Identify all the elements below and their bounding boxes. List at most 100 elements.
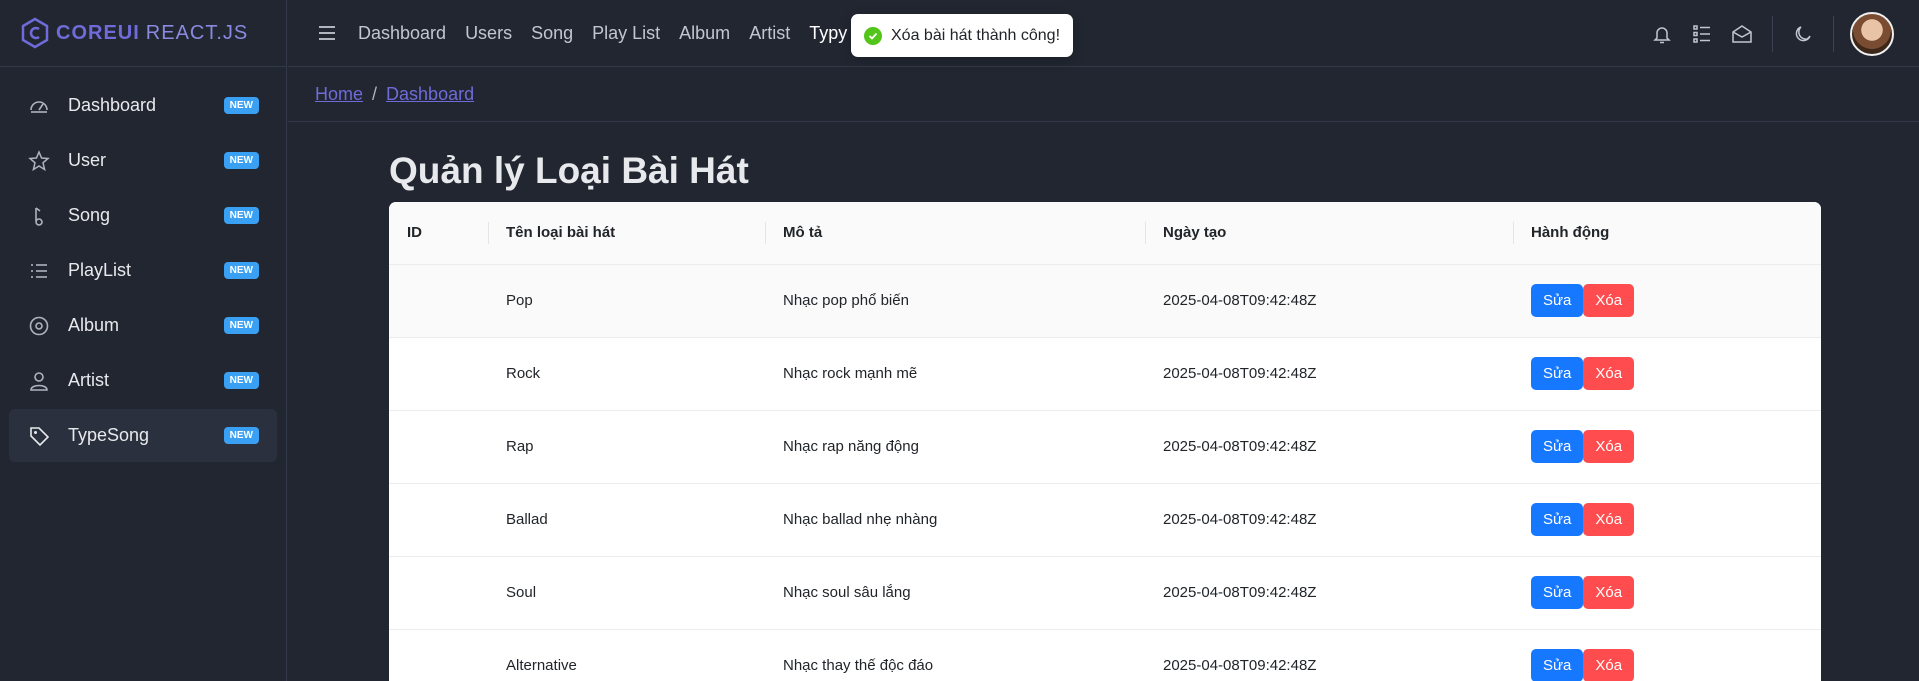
column-header-created: Ngày tạo <box>1145 202 1513 265</box>
cell-actions: Sửa Xóa <box>1513 410 1821 484</box>
sidebar-item-user[interactable]: User NEW <box>9 134 277 187</box>
edit-button[interactable]: Sửa <box>1531 649 1584 681</box>
cell-id <box>389 410 488 484</box>
cell-created: 2025-04-08T09:42:48Z <box>1145 483 1513 557</box>
cell-name: Rock <box>488 337 765 411</box>
disc-icon <box>27 314 51 338</box>
delete-button[interactable]: Xóa <box>1583 503 1635 536</box>
sidebar-item-playlist[interactable]: PlayList NEW <box>9 244 277 297</box>
cell-name: Soul <box>488 556 765 630</box>
success-toast: Xóa bài hát thành công! <box>851 14 1074 57</box>
cell-name: Rap <box>488 410 765 484</box>
sidebar-item-label: Song <box>68 205 111 225</box>
avatar[interactable] <box>1850 11 1894 56</box>
cell-actions: Sửa Xóa <box>1513 629 1821 681</box>
cell-created: 2025-04-08T09:42:48Z <box>1145 556 1513 630</box>
toast-message: Xóa bài hát thành công! <box>891 26 1061 44</box>
typesong-table: ID Tên loại bài hát Mô tả Ngày tạo Hành … <box>389 202 1821 681</box>
table-row: Rock Nhạc rock mạnh mẽ 2025-04-08T09:42:… <box>389 337 1821 411</box>
cell-name: Alternative <box>488 629 765 681</box>
edit-button[interactable]: Sửa <box>1531 503 1584 536</box>
delete-button[interactable]: Xóa <box>1583 357 1635 390</box>
sidebar-item-label: PlayList <box>68 260 132 280</box>
new-badge: NEW <box>223 317 259 334</box>
cell-description: Nhạc soul sâu lắng <box>765 556 1145 630</box>
edit-button[interactable]: Sửa <box>1531 284 1584 317</box>
brand[interactable]: COREUI REACT.JS <box>0 0 286 67</box>
column-header-name: Tên loại bài hát <box>488 202 765 265</box>
table-header-row: ID Tên loại bài hát Mô tả Ngày tạo Hành … <box>389 202 1821 265</box>
sidebar-item-song[interactable]: Song NEW <box>9 189 277 242</box>
cell-id <box>389 337 488 411</box>
table-row: Pop Nhạc pop phổ biến 2025-04-08T09:42:4… <box>389 264 1821 338</box>
cell-description: Nhạc rock mạnh mẽ <box>765 337 1145 411</box>
sidebar-item-label: Dashboard <box>68 95 157 115</box>
delete-button[interactable]: Xóa <box>1583 284 1635 317</box>
coreui-logo[interactable]: COREUI REACT.JS <box>20 17 248 49</box>
delete-button[interactable]: Xóa <box>1583 649 1635 681</box>
breadcrumb-separator: / <box>372 84 378 104</box>
delete-button[interactable]: Xóa <box>1583 430 1635 463</box>
top-link-playlist[interactable]: Play List <box>592 23 660 44</box>
cell-actions: Sửa Xóa <box>1513 483 1821 557</box>
top-link-users[interactable]: Users <box>465 23 512 44</box>
top-link-song[interactable]: Song <box>531 23 573 44</box>
sidebar: COREUI REACT.JS Dashboard NEW User NEW So… <box>0 0 287 681</box>
hamburger-menu-icon[interactable] <box>312 25 342 41</box>
typesong-table-card: ID Tên loại bài hát Mô tả Ngày tạo Hành … <box>389 202 1821 681</box>
new-badge: NEW <box>223 427 259 444</box>
sidebar-item-artist[interactable]: Artist NEW <box>9 354 277 407</box>
speedometer-icon <box>27 94 51 118</box>
cell-actions: Sửa Xóa <box>1513 337 1821 411</box>
cell-created: 2025-04-08T09:42:48Z <box>1145 629 1513 681</box>
table-row: Ballad Nhạc ballad nhẹ nhàng 2025-04-08T… <box>389 483 1821 557</box>
sidebar-item-album[interactable]: Album NEW <box>9 299 277 352</box>
bell-icon[interactable] <box>1642 14 1682 54</box>
check-circle-icon <box>864 26 882 45</box>
cell-description: Nhạc rap năng động <box>765 410 1145 484</box>
cell-id <box>389 556 488 630</box>
edit-button[interactable]: Sửa <box>1531 430 1584 463</box>
sidebar-item-label: Artist <box>68 370 110 390</box>
music-note-icon <box>27 204 51 228</box>
page-title: Quản lý Loại Bài Hát <box>389 150 749 191</box>
top-link-album[interactable]: Album <box>679 23 730 44</box>
sidebar-item-dashboard[interactable]: Dashboard NEW <box>9 79 277 132</box>
sidebar-item-label: TypeSong <box>68 425 150 445</box>
breadcrumb-home[interactable]: Home <box>315 84 363 105</box>
top-link-artist[interactable]: Artist <box>749 23 790 44</box>
task-list-icon[interactable] <box>1682 14 1722 54</box>
new-badge: NEW <box>223 372 259 389</box>
cell-created: 2025-04-08T09:42:48Z <box>1145 410 1513 484</box>
cell-created: 2025-04-08T09:42:48Z <box>1145 337 1513 411</box>
breadcrumb: Home / Dashboard <box>288 68 1919 122</box>
top-link-dashboard[interactable]: Dashboard <box>358 23 446 44</box>
breadcrumb-current[interactable]: Dashboard <box>386 84 474 105</box>
cell-id <box>389 483 488 557</box>
table-row: Alternative Nhạc thay thế độc đáo 2025-0… <box>389 629 1821 681</box>
sidebar-nav: Dashboard NEW User NEW Song NEW PlayList… <box>0 67 286 462</box>
edit-button[interactable]: Sửa <box>1531 576 1584 609</box>
new-badge: NEW <box>223 262 259 279</box>
sidebar-item-typesong[interactable]: TypeSong NEW <box>9 409 277 462</box>
envelope-open-icon[interactable] <box>1722 14 1762 54</box>
cell-name: Pop <box>488 264 765 338</box>
table-row: Soul Nhạc soul sâu lắng 2025-04-08T09:42… <box>389 556 1821 630</box>
top-nav: Dashboard Users Song Play List Album Art… <box>358 23 894 44</box>
star-icon <box>27 149 51 173</box>
cell-name: Ballad <box>488 483 765 557</box>
moon-icon[interactable] <box>1783 14 1823 54</box>
delete-button[interactable]: Xóa <box>1583 576 1635 609</box>
cell-description: Nhạc ballad nhẹ nhàng <box>765 483 1145 557</box>
sidebar-item-label: Album <box>68 315 120 335</box>
list-icon <box>27 259 51 283</box>
new-badge: NEW <box>223 152 259 169</box>
sidebar-item-label: User <box>68 150 107 170</box>
edit-button[interactable]: Sửa <box>1531 357 1584 390</box>
top-header: Dashboard Users Song Play List Album Art… <box>288 0 1919 67</box>
cell-actions: Sửa Xóa <box>1513 264 1821 338</box>
brand-name-light: REACT.JS <box>145 21 249 44</box>
cell-id <box>389 264 488 338</box>
column-header-description: Mô tả <box>765 202 1145 265</box>
new-badge: NEW <box>223 207 259 224</box>
